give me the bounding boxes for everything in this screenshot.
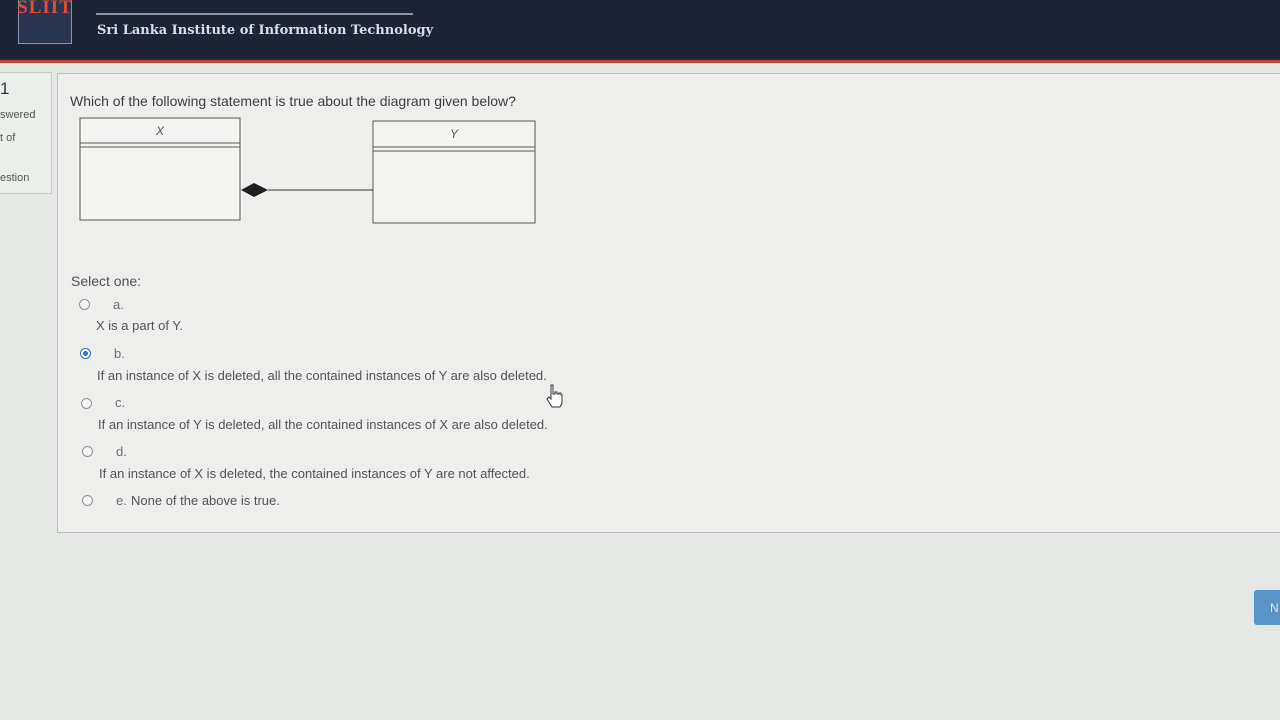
option-e-radio[interactable] <box>82 495 93 506</box>
option-c-text: If an instance of Y is deleted, all the … <box>98 417 548 432</box>
class-y-name: Y <box>450 127 459 141</box>
question-text: Which of the following statement is true… <box>70 93 516 109</box>
option-b-radio[interactable] <box>80 348 91 359</box>
option-b-letter: b. <box>114 346 125 361</box>
class-x-name: X <box>155 124 165 138</box>
option-a-letter: a. <box>113 297 124 312</box>
option-c-radio[interactable] <box>81 398 92 409</box>
question-status: swered <box>0 109 36 121</box>
option-b-text: If an instance of X is deleted, all the … <box>97 368 547 383</box>
composition-association <box>241 183 373 197</box>
uml-class-y: Y <box>372 120 536 224</box>
composition-diamond-icon <box>241 183 268 197</box>
hand-pointer-icon <box>546 384 563 408</box>
option-d-radio[interactable] <box>82 446 93 457</box>
option-e-letter: e. <box>116 493 127 508</box>
option-d-text: If an instance of X is deleted, the cont… <box>99 466 530 481</box>
question-number: 1 <box>0 79 10 98</box>
option-c-letter: c. <box>115 395 126 410</box>
next-button-label: N <box>1270 600 1279 615</box>
header-divider <box>96 13 413 15</box>
uml-class-diagram: X Y <box>79 117 536 224</box>
question-info: 1 swered t of estion <box>0 72 52 194</box>
sliit-logo[interactable]: SLIIT <box>17 0 73 44</box>
option-d-letter: d. <box>116 444 127 459</box>
flag-question-link[interactable]: estion <box>0 172 29 184</box>
institute-name: Sri Lanka Institute of Information Techn… <box>97 23 434 38</box>
uml-class-x: X <box>79 117 241 221</box>
option-e-text: None of the above is true. <box>131 493 280 508</box>
site-header: SLIIT Sri Lanka Institute of Information… <box>0 0 1280 63</box>
select-one-label: Select one: <box>71 273 142 289</box>
logo-text: SLIIT <box>17 0 73 18</box>
option-a-radio[interactable] <box>79 299 90 310</box>
option-a-text: X is a part of Y. <box>96 318 183 333</box>
next-page-button[interactable]: N <box>1254 590 1280 625</box>
question-marks: t of <box>0 132 16 144</box>
